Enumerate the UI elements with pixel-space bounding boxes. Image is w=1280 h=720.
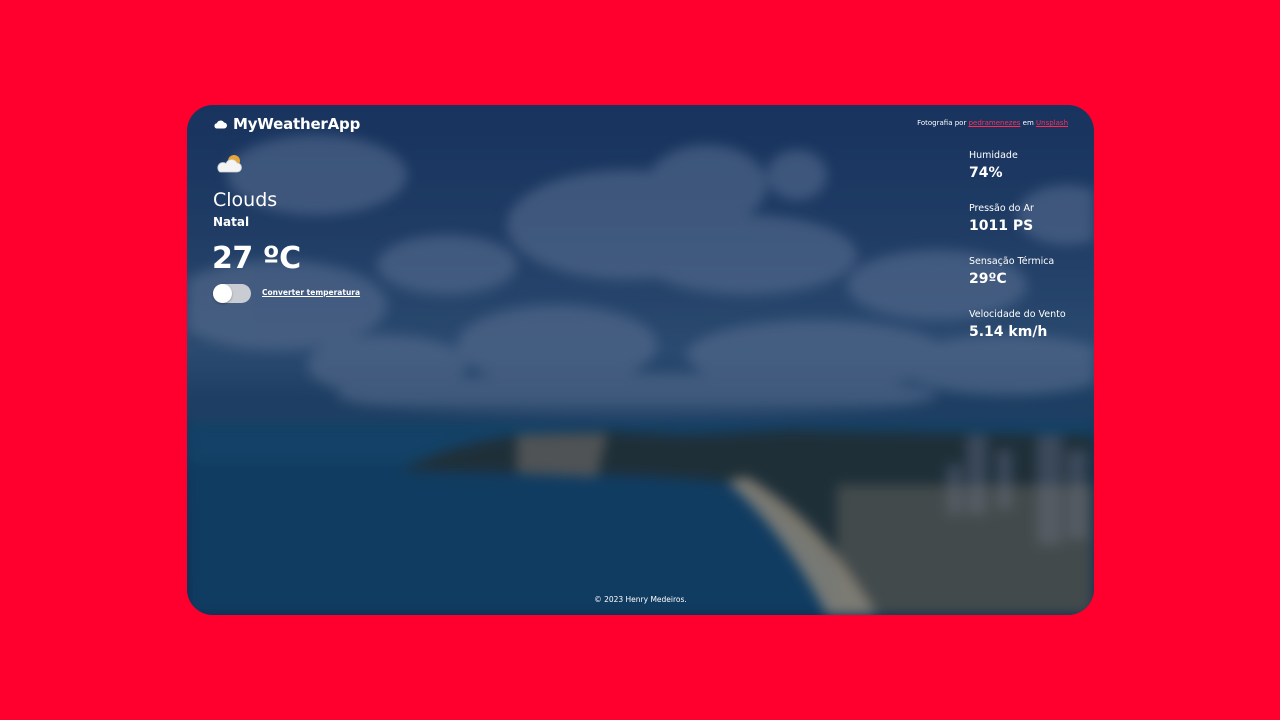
stat-pressure: Pressão do Ar 1011 PS [969, 202, 1089, 255]
toggle-knob [213, 284, 232, 303]
stat-label: Humidade [969, 150, 1018, 161]
weather-card: MyWeatherApp Fotografia por pedramenezes… [187, 105, 1094, 615]
stat-value: 1011 PS [969, 218, 1034, 234]
city-name: Natal [213, 215, 250, 229]
cloud-sun-icon [217, 155, 242, 173]
convert-temperature-link[interactable]: Converter temperatura [262, 288, 360, 297]
temperature: 27 ºC [212, 241, 301, 276]
stat-value: 5.14 km/h [969, 324, 1048, 340]
weather-stats: Humidade 74% Pressão do Ar 1011 PS Sensa… [969, 149, 1089, 361]
stat-value: 29ºC [969, 271, 1007, 287]
dark-overlay [187, 105, 1094, 615]
stat-label: Pressão do Ar [969, 203, 1034, 214]
stat-humidity: Humidade 74% [969, 149, 1089, 202]
brand: MyWeatherApp [213, 115, 360, 133]
stat-label: Sensação Térmica [969, 256, 1055, 267]
cloud-icon [214, 120, 227, 129]
stat-label: Velocidade do Vento [969, 309, 1066, 320]
credit-connector: em [1022, 119, 1034, 127]
stat-value: 74% [969, 165, 1003, 181]
temperature-toggle[interactable] [213, 284, 251, 303]
credit-site-link[interactable]: Unsplash [1036, 119, 1068, 127]
app-title: MyWeatherApp [233, 115, 361, 133]
credit-author-link[interactable]: pedramenezes [969, 119, 1021, 127]
credit-prefix: Fotografia por [917, 119, 967, 127]
stat-feels-like: Sensação Térmica 29ºC [969, 255, 1089, 308]
photo-credit: Fotografia por pedramenezes em Unsplash [917, 119, 1068, 127]
weather-condition: Clouds [213, 189, 278, 211]
footer-copyright: © 2023 Henry Medeiros. [594, 595, 687, 604]
stat-wind-speed: Velocidade do Vento 5.14 km/h [969, 308, 1089, 361]
